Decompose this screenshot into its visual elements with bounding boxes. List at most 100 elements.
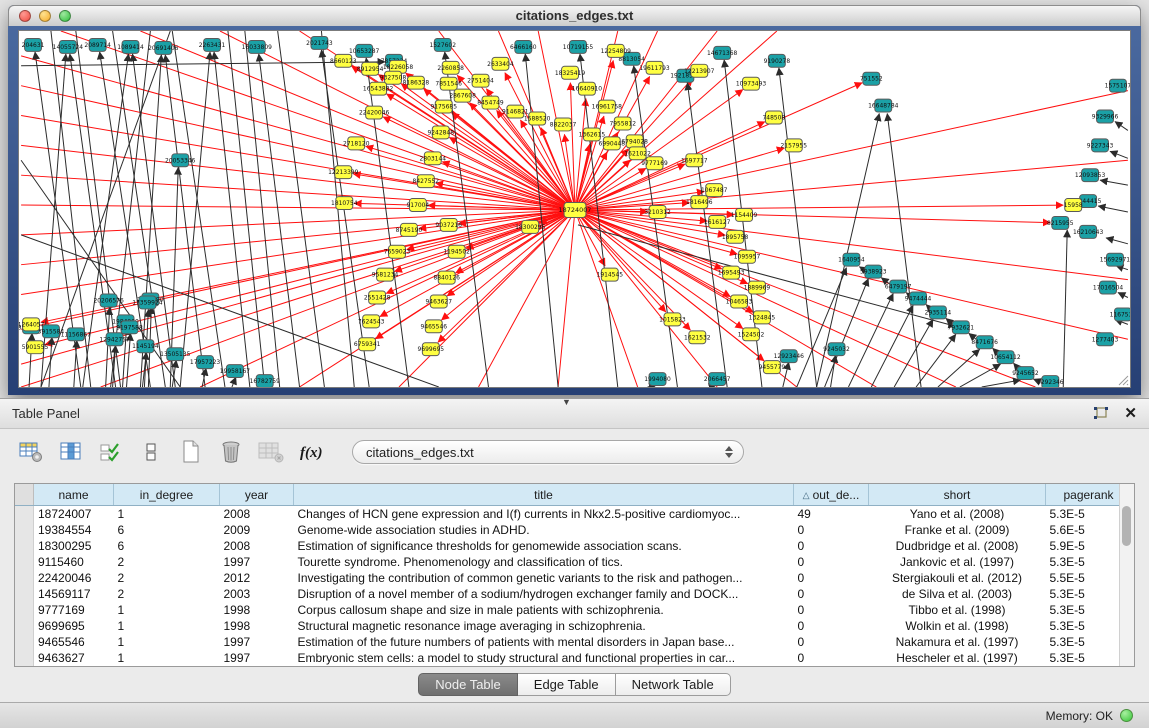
table-cell[interactable]: 6: [114, 538, 220, 554]
table-cell[interactable]: 9463627: [34, 650, 114, 666]
network-node[interactable]: 13505135: [160, 348, 191, 361]
network-node[interactable]: 1524502: [738, 328, 765, 341]
network-node[interactable]: 2157955: [781, 139, 808, 152]
network-node[interactable]: 1889969: [744, 281, 771, 294]
table-cell[interactable]: 2: [114, 570, 220, 586]
table-cell[interactable]: 0: [794, 586, 869, 602]
network-node[interactable]: 1621532: [684, 331, 711, 344]
network-node[interactable]: 2260858: [437, 61, 464, 74]
column-header-out_de[interactable]: △out_de...: [794, 484, 869, 506]
table-cell[interactable]: 2: [114, 554, 220, 570]
table-cell[interactable]: 9465546: [34, 634, 114, 650]
table-cell[interactable]: 2003: [220, 586, 294, 602]
network-node[interactable]: 1089414: [117, 40, 144, 53]
table-cell[interactable]: 1997: [220, 634, 294, 650]
memory-status-indicator[interactable]: [1120, 709, 1133, 722]
network-node[interactable]: 2935114: [925, 306, 952, 319]
network-node[interactable]: 1640954: [838, 253, 865, 266]
table-cell[interactable]: 2009: [220, 522, 294, 538]
table-cell[interactable]: Franke et al. (2009): [869, 522, 1046, 538]
table-selector-dropdown[interactable]: citations_edges.txt: [352, 440, 744, 464]
table-cell[interactable]: 2008: [220, 538, 294, 554]
table-cell[interactable]: 0: [794, 522, 869, 538]
table-cell[interactable]: 9115460: [34, 554, 114, 570]
network-node[interactable]: 12093853: [1075, 169, 1106, 182]
table-cell[interactable]: 49: [794, 506, 869, 523]
table-cell[interactable]: 0: [794, 618, 869, 634]
network-node[interactable]: 17957223: [190, 356, 221, 369]
network-node[interactable]: 15692971: [1100, 253, 1130, 266]
network-node[interactable]: 9699695: [418, 343, 445, 356]
tab-node-table[interactable]: Node Table: [418, 673, 518, 696]
table-cell[interactable]: 6: [114, 522, 220, 538]
network-node[interactable]: 6759341: [354, 338, 381, 351]
network-node[interactable]: 18325419: [555, 66, 586, 79]
table-cell[interactable]: 19384554: [34, 522, 114, 538]
network-node[interactable]: 748508: [763, 111, 786, 124]
table-cell[interactable]: Dudbridge et al. (2008): [869, 538, 1046, 554]
network-node[interactable]: 10654112: [990, 351, 1021, 364]
new-column-icon[interactable]: [178, 439, 204, 465]
select-rows-icon[interactable]: [98, 439, 124, 465]
network-node[interactable]: 2803144: [420, 152, 447, 165]
network-canvas[interactable]: 2046311405572420897141089414206914062263…: [18, 30, 1131, 388]
column-header-in_degree[interactable]: in_degree: [114, 484, 220, 506]
table-cell[interactable]: Structural magnetic resonance image aver…: [294, 618, 794, 634]
table-cell[interactable]: 2008: [220, 506, 294, 523]
close-window-button[interactable]: [19, 10, 31, 22]
network-node[interactable]: 1914545: [597, 268, 624, 281]
table-cell[interactable]: 1: [114, 634, 220, 650]
table-cell[interactable]: 1: [114, 602, 220, 618]
network-node[interactable]: 9329966: [1092, 110, 1119, 123]
scrollbar-thumb[interactable]: [1122, 506, 1131, 546]
network-node[interactable]: 1277403: [1092, 333, 1119, 346]
network-node[interactable]: 8471676: [971, 336, 998, 349]
show-columns-icon[interactable]: [58, 439, 84, 465]
function-builder-icon[interactable]: f(x): [298, 439, 324, 465]
network-node[interactable]: 9474444: [905, 292, 932, 305]
network-node[interactable]: 9463627: [426, 295, 453, 308]
network-node[interactable]: 7659023: [384, 245, 411, 258]
table-cell[interactable]: 2: [114, 586, 220, 602]
network-node[interactable]: 1154409: [731, 209, 758, 222]
network-node[interactable]: 16782759: [250, 375, 281, 387]
network-node[interactable]: 9190278: [764, 54, 791, 67]
network-node[interactable]: 19611793: [639, 61, 670, 74]
table-cell[interactable]: Stergiakouli et al. (2012): [869, 570, 1046, 586]
column-header-name[interactable]: name: [34, 484, 114, 506]
table-vertical-scrollbar[interactable]: [1119, 484, 1134, 666]
column-header-year[interactable]: year: [220, 484, 294, 506]
splitter-handle-icon[interactable]: ▼: [562, 397, 571, 407]
network-node[interactable]: 16640910: [572, 82, 603, 95]
table-cell[interactable]: Tourette syndrome. Phenomenology and cla…: [294, 554, 794, 570]
delete-column-icon[interactable]: [218, 439, 244, 465]
table-cell[interactable]: 1: [114, 506, 220, 523]
table-cell[interactable]: de Silva et al. (2003): [869, 586, 1046, 602]
network-node[interactable]: 9245652: [1012, 367, 1039, 380]
table-cell[interactable]: 1998: [220, 602, 294, 618]
network-node[interactable]: 1015823: [659, 313, 686, 326]
table-cell[interactable]: 1: [114, 650, 220, 666]
tab-network-table[interactable]: Network Table: [616, 673, 731, 696]
network-node[interactable]: 7851546: [435, 77, 462, 90]
network-node[interactable]: 8215955: [1047, 216, 1074, 229]
network-node[interactable]: 7624543: [358, 315, 385, 328]
table-cell[interactable]: 9699695: [34, 618, 114, 634]
table-cell[interactable]: 0: [794, 634, 869, 650]
table-cell[interactable]: Yano et al. (2008): [869, 506, 1046, 523]
network-node[interactable]: 1324845: [749, 311, 776, 324]
table-cell[interactable]: Hescheler et al. (1997): [869, 650, 1046, 666]
window-titlebar[interactable]: citations_edges.txt: [8, 5, 1141, 27]
network-node[interactable]: 22420046: [359, 106, 390, 119]
network-node[interactable]: 11156867: [61, 328, 92, 341]
table-cell[interactable]: 1997: [220, 554, 294, 570]
network-node[interactable]: 9227343: [1087, 139, 1114, 152]
network-node[interactable]: 1292346: [1037, 376, 1064, 387]
table-cell[interactable]: Tibbo et al. (1998): [869, 602, 1046, 618]
table-cell[interactable]: Changes of HCN gene expression and I(f) …: [294, 506, 794, 523]
resize-grip-icon[interactable]: [1117, 374, 1129, 386]
network-node[interactable]: 1046583: [726, 295, 753, 308]
table-cell[interactable]: 1998: [220, 618, 294, 634]
network-node[interactable]: 8912954: [357, 62, 384, 75]
network-node[interactable]: 12213399: [328, 166, 359, 179]
